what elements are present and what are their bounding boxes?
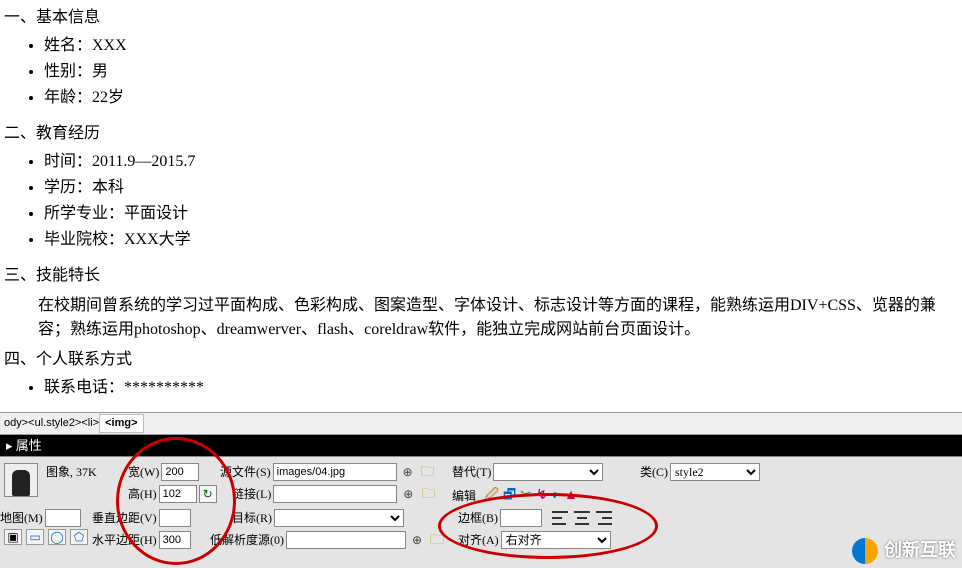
basic-info-list: 姓名：XXX 性别：男 年龄：22岁	[44, 34, 962, 110]
align-label: 对齐(A)	[458, 531, 499, 549]
tag-selector-breadcrumb[interactable]: ody><ul.style2><li><img>	[0, 412, 962, 435]
width-field: 宽(W)	[128, 463, 199, 481]
thumbnail-content	[12, 470, 30, 496]
vspace-input[interactable]	[159, 509, 191, 527]
image-info-label: 图象, 37K	[46, 463, 97, 481]
panel-title-text: 属性	[16, 438, 42, 453]
edit-label: 编辑	[452, 487, 476, 505]
height-field: 高(H) ↻	[128, 485, 217, 503]
browse-folder-icon[interactable]: 🗀	[419, 463, 437, 481]
class-field: 类(C) style2	[640, 463, 760, 481]
rect-hotspot-icon[interactable]: ▭	[26, 529, 44, 545]
section-heading-basic: 一、基本信息	[4, 6, 962, 30]
link-field: 链接(L) ⊕ 🗀	[232, 485, 437, 503]
section-heading-education: 二、教育经历	[4, 122, 962, 146]
browse-folder-icon[interactable]: 🗀	[419, 485, 437, 503]
watermark-logo: 创新互联	[852, 537, 956, 564]
lowsrc-input[interactable]	[286, 531, 406, 549]
breadcrumb-path[interactable]: ody><ul.style2><li>	[4, 417, 99, 429]
properties-panel-title[interactable]: ▸ 属性	[0, 435, 962, 457]
link-input[interactable]	[273, 485, 397, 503]
class-label: 类(C)	[640, 463, 668, 481]
edit-field: 编辑 🖉 🗗 ✂ ↯ ◐ ▲	[452, 485, 578, 506]
properties-panel: 图象, 37K 宽(W) 高(H) ↻ 源文件(S) ⊕ 🗀 链接(L) ⊕ 🗀…	[0, 456, 962, 568]
sharpen-icon[interactable]: ▲	[564, 485, 578, 506]
alt-label: 替代(T)	[452, 463, 491, 481]
alt-select[interactable]	[493, 463, 603, 481]
logo-mark-icon	[852, 538, 878, 564]
class-select[interactable]: style2	[670, 463, 760, 481]
resample-icon[interactable]: ↯	[536, 485, 548, 506]
contact-list: 联系电话：**********	[44, 376, 962, 400]
list-item: 毕业院校：XXX大学	[44, 228, 962, 252]
hspace-label: 水平边距(H)	[92, 531, 157, 549]
src-input[interactable]	[273, 463, 397, 481]
crop-icon[interactable]: ✂	[520, 485, 532, 506]
list-item: 性别：男	[44, 60, 962, 84]
align-center-icon[interactable]	[574, 511, 590, 525]
height-input[interactable]	[159, 485, 197, 503]
section-heading-contact: 四、个人联系方式	[4, 348, 962, 372]
point-to-file-icon[interactable]: ⊕	[408, 531, 426, 549]
point-to-file-icon[interactable]: ⊕	[399, 485, 417, 503]
optimize-icon[interactable]: 🗗	[503, 485, 516, 506]
target-label: 目标(R)	[232, 509, 272, 527]
alt-field: 替代(T)	[452, 463, 603, 481]
lowsrc-field: 低解析度源(0) ⊕ 🗀	[210, 531, 446, 549]
vspace-field: 垂直边距(V)	[92, 509, 191, 527]
hotspot-tools: ▣ ▭ ◯ ⬠	[4, 529, 88, 545]
lowsrc-label: 低解析度源(0)	[210, 531, 284, 549]
target-select[interactable]	[274, 509, 404, 527]
map-label: 地图(M)	[0, 509, 43, 527]
poly-hotspot-icon[interactable]: ⬠	[70, 529, 88, 545]
logo-text: 创新互联	[884, 537, 956, 564]
width-label: 宽(W)	[128, 463, 159, 481]
hspace-field: 水平边距(H)	[92, 531, 191, 549]
panel-title-tri: ▸	[6, 438, 16, 453]
browse-folder-icon[interactable]: 🗀	[428, 531, 446, 549]
list-item: 联系电话：**********	[44, 376, 962, 400]
point-to-file-icon[interactable]: ⊕	[399, 463, 417, 481]
map-field: 地图(M)	[0, 509, 81, 527]
align-right-icon[interactable]	[596, 511, 612, 525]
skills-paragraph: 在校期间曾系统的学习过平面构成、色彩构成、图案造型、字体设计、标志设计等方面的课…	[38, 294, 962, 342]
oval-hotspot-icon[interactable]: ◯	[48, 529, 66, 545]
hspace-input[interactable]	[159, 531, 191, 549]
border-field: 边框(B)	[458, 509, 612, 527]
list-item: 时间：2011.9—2015.7	[44, 150, 962, 174]
brightness-icon[interactable]: ◐	[552, 485, 560, 506]
edit-toolbar: 🖉 🗗 ✂ ↯ ◐ ▲	[484, 485, 578, 506]
align-left-icon[interactable]	[552, 511, 568, 525]
reset-size-button[interactable]: ↻	[199, 485, 217, 503]
education-list: 时间：2011.9—2015.7 学历：本科 所学专业：平面设计 毕业院校：XX…	[44, 150, 962, 252]
list-item: 学历：本科	[44, 176, 962, 200]
document-area: 一、基本信息 姓名：XXX 性别：男 年龄：22岁 二、教育经历 时间：2011…	[0, 0, 962, 400]
pointer-tool-icon[interactable]: ▣	[4, 529, 22, 545]
vspace-label: 垂直边距(V)	[92, 509, 157, 527]
map-input[interactable]	[45, 509, 81, 527]
src-field: 源文件(S) ⊕ 🗀	[220, 463, 437, 481]
link-label: 链接(L)	[232, 485, 271, 503]
border-label: 边框(B)	[458, 509, 498, 527]
align-field: 对齐(A) 右对齐	[458, 531, 611, 549]
breadcrumb-selected-tag[interactable]: <img>	[99, 414, 143, 433]
src-label: 源文件(S)	[220, 463, 271, 481]
edit-fireworks-icon[interactable]: 🖉	[484, 485, 499, 506]
align-select[interactable]: 右对齐	[501, 531, 611, 549]
list-item: 所学专业：平面设计	[44, 202, 962, 226]
border-input[interactable]	[500, 509, 542, 527]
height-label: 高(H)	[128, 485, 157, 503]
target-field: 目标(R)	[232, 509, 404, 527]
list-item: 年龄：22岁	[44, 86, 962, 110]
text-align-group	[552, 511, 612, 525]
image-thumbnail[interactable]	[4, 463, 38, 497]
section-heading-skills: 三、技能特长	[4, 264, 962, 288]
list-item: 姓名：XXX	[44, 34, 962, 58]
width-input[interactable]	[161, 463, 199, 481]
